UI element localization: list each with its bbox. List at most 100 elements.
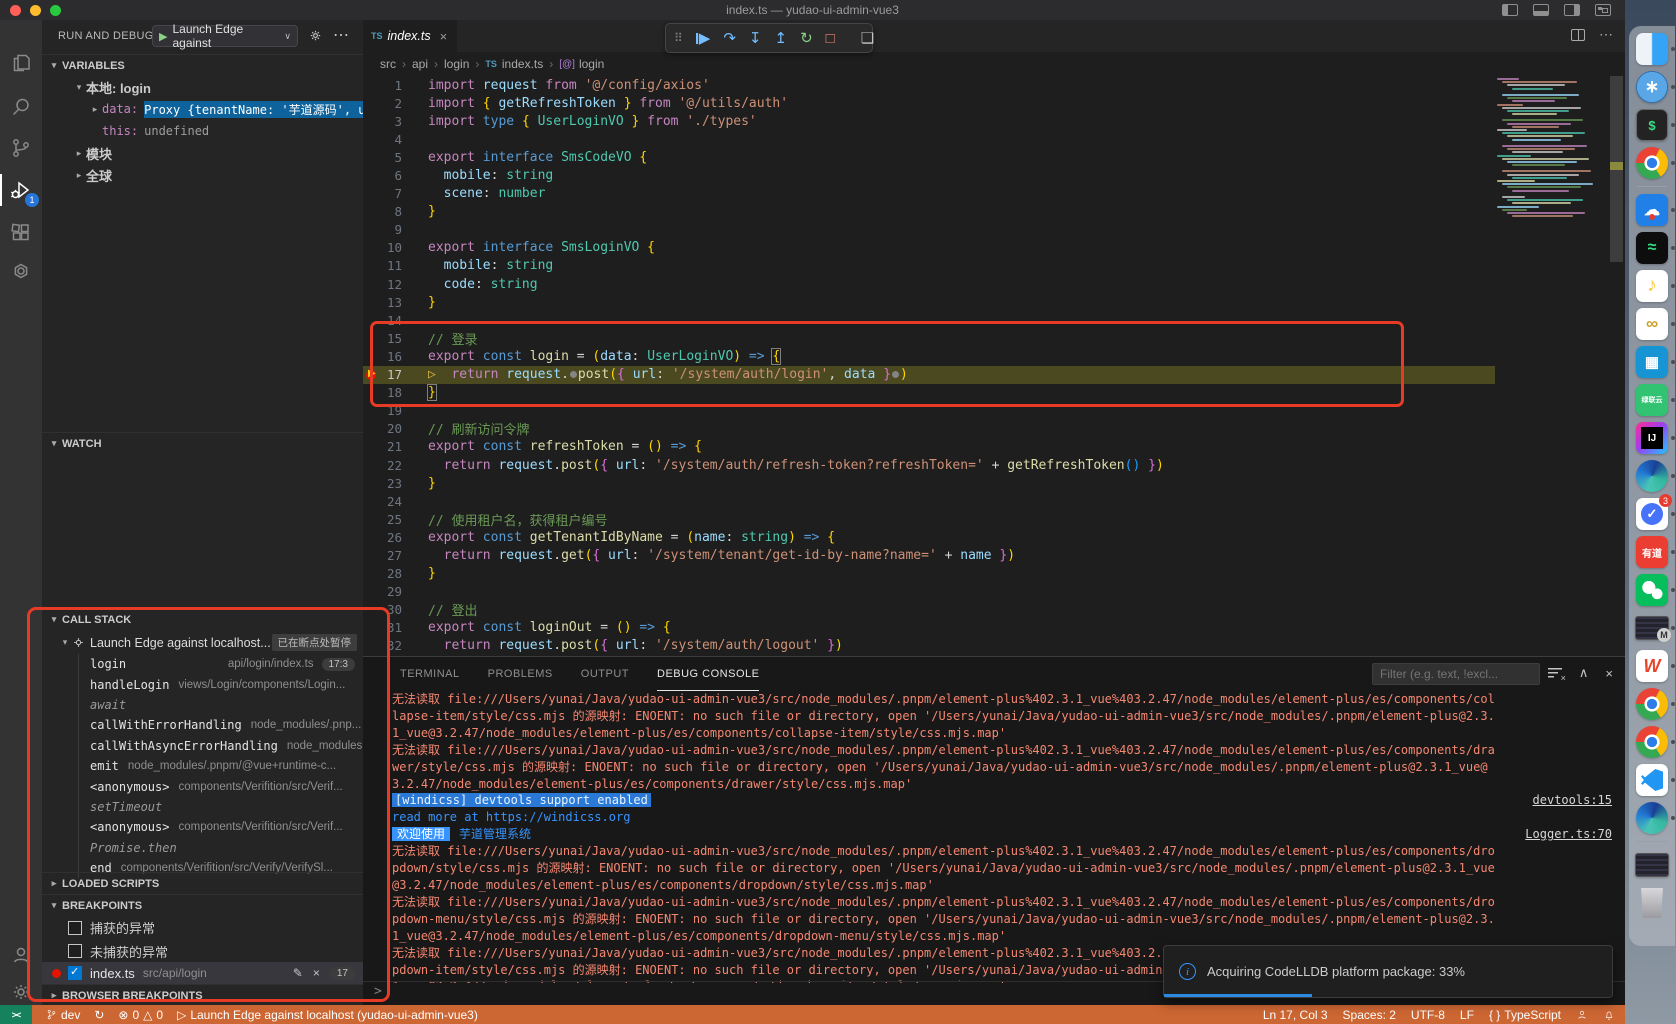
step-out-icon[interactable]: ↥ bbox=[775, 29, 788, 47]
gutter[interactable] bbox=[363, 257, 377, 275]
code-line[interactable]: 18} bbox=[363, 384, 1495, 402]
code-line[interactable]: 14 bbox=[363, 311, 1495, 329]
inline-breakpoint-dot-icon[interactable] bbox=[570, 371, 577, 378]
call-stack-frame[interactable]: await bbox=[42, 695, 363, 715]
encoding[interactable]: UTF-8 bbox=[1411, 1008, 1445, 1022]
step-over-icon[interactable]: ↷ bbox=[723, 29, 736, 47]
call-stack-frame[interactable]: callWithAsyncErrorHandlingnode_modules..… bbox=[42, 736, 363, 756]
call-stack-frame[interactable]: <anonymous>components/Verifition/src/Ver… bbox=[42, 776, 363, 796]
edit-breakpoint-icon[interactable]: ✎ bbox=[293, 966, 303, 980]
dock-vscode-icon[interactable] bbox=[1635, 761, 1669, 799]
code-line[interactable]: 24 bbox=[363, 492, 1495, 510]
remote-indicator[interactable]: >< bbox=[0, 1005, 32, 1024]
gutter[interactable] bbox=[363, 275, 377, 293]
variables-group-global[interactable]: ▸ 全球 bbox=[42, 164, 363, 186]
call-stack-frame[interactable]: Promise.then bbox=[42, 838, 363, 858]
code-line[interactable]: 30// 登出 bbox=[363, 601, 1495, 619]
variable-row-data[interactable]: ▸ data: Proxy {tenantName: '芋道源码', usern… bbox=[42, 98, 363, 120]
code-editor[interactable]: 1import request from '@/config/axios'2im… bbox=[363, 76, 1495, 656]
code-line[interactable]: 3import type { UserLoginVO } from './typ… bbox=[363, 112, 1495, 130]
call-stack-frame[interactable]: handleLoginviews/Login/components/Login.… bbox=[42, 674, 363, 694]
toggle-secondary-sidebar-icon[interactable] bbox=[1564, 4, 1580, 16]
restart-icon[interactable]: ↻ bbox=[800, 29, 813, 47]
gutter[interactable] bbox=[363, 583, 377, 601]
dock-intellij-idea-icon[interactable]: IJ bbox=[1635, 419, 1669, 457]
continue-icon[interactable]: ▶ bbox=[696, 29, 711, 47]
gutter[interactable] bbox=[363, 94, 377, 112]
language-mode[interactable]: { } TypeScript bbox=[1489, 1008, 1561, 1022]
console-entry[interactable]: 欢迎使用芋道管理系统Logger.ts:70 bbox=[392, 826, 1612, 843]
remove-breakpoint-icon[interactable]: × bbox=[313, 966, 320, 980]
code-line[interactable]: 28} bbox=[363, 565, 1495, 583]
more-actions-icon[interactable]: ⋯ bbox=[333, 25, 349, 45]
dock-wechat-icon[interactable] bbox=[1635, 571, 1669, 609]
code-line[interactable]: 22 return request.post({ url: '/system/a… bbox=[363, 456, 1495, 474]
source-control-icon[interactable] bbox=[0, 128, 42, 168]
sync-indicator[interactable]: ↻ bbox=[94, 1008, 104, 1022]
run-and-debug-icon[interactable]: 1 bbox=[0, 170, 42, 210]
call-stack-frame[interactable]: callWithErrorHandlingnode_modules/.pnp..… bbox=[42, 715, 363, 735]
code-line[interactable]: 10export interface SmsLoginVO { bbox=[363, 239, 1495, 257]
problems-indicator[interactable]: ⊗0 △0 bbox=[118, 1008, 163, 1022]
debug-console-output[interactable]: 无法读取 file:///Users/yunai/Java/yudao-ui-a… bbox=[392, 691, 1612, 983]
gutter[interactable] bbox=[363, 619, 377, 637]
gutter[interactable] bbox=[363, 203, 377, 221]
editor-scrollbar[interactable] bbox=[1610, 76, 1623, 262]
inline-breakpoint-dot-icon[interactable] bbox=[892, 371, 899, 378]
code-line[interactable]: 13} bbox=[363, 293, 1495, 311]
dock-terminal-app-icon[interactable]: $ bbox=[1635, 106, 1669, 144]
console-entry[interactable]: 无法读取 file:///Users/yunai/Java/yudao-ui-a… bbox=[392, 894, 1612, 945]
filter-icon[interactable] bbox=[1548, 668, 1562, 678]
variable-row-this[interactable]: this: undefined bbox=[42, 120, 363, 142]
browser-breakpoints-section-header[interactable]: ▸ BROWSER BREAKPOINTS bbox=[42, 984, 363, 1005]
code-line[interactable]: 26export const getTenantIdByName = (name… bbox=[363, 528, 1495, 546]
breakpoint-caught-exceptions[interactable]: 捕获的异常 bbox=[42, 916, 363, 939]
code-line[interactable]: 31export const loginOut = () => { bbox=[363, 619, 1495, 637]
debug-session-row[interactable]: ▾ Launch Edge against localhost... 已在断点处… bbox=[42, 632, 363, 653]
debug-target-indicator[interactable]: ▷ Launch Edge against localhost (yudao-u… bbox=[177, 1008, 478, 1022]
openai-icon[interactable] bbox=[0, 252, 42, 292]
gutter[interactable] bbox=[363, 456, 377, 474]
source-link[interactable]: Logger.ts:70 bbox=[1525, 826, 1612, 843]
dock-wps-office-icon[interactable]: W bbox=[1635, 647, 1669, 685]
checkbox-unchecked[interactable] bbox=[68, 921, 82, 935]
console-entry[interactable]: 无法读取 file:///Users/yunai/Java/yudao-ui-a… bbox=[392, 691, 1612, 742]
code-line[interactable]: 2import { getRefreshToken } from '@/util… bbox=[363, 94, 1495, 112]
dock-gold-knot-app-icon[interactable]: ∞ bbox=[1635, 305, 1669, 343]
console-entry[interactable]: 无法读取 file:///Users/yunai/Java/yudao-ui-a… bbox=[392, 843, 1612, 894]
maximize-panel-icon[interactable]: ∧ bbox=[1579, 665, 1589, 681]
dock-minimized-editor-window-icon[interactable]: M bbox=[1635, 609, 1669, 647]
code-line[interactable]: 12 code: string bbox=[363, 275, 1495, 293]
console-entry[interactable]: read more at https://windicss.org bbox=[392, 809, 1612, 826]
variables-scope-row[interactable]: ▾ 本地: login bbox=[42, 76, 363, 98]
checkbox-unchecked[interactable] bbox=[68, 944, 82, 958]
tab-output[interactable]: OUTPUT bbox=[581, 657, 629, 691]
tab-terminal[interactable]: TERMINAL bbox=[400, 657, 460, 691]
extensions-icon[interactable] bbox=[0, 213, 42, 253]
code-line[interactable]: 19 bbox=[363, 402, 1495, 420]
tab-index-ts[interactable]: TS index.ts × bbox=[363, 20, 458, 52]
call-stack-section-header[interactable]: ▾ CALL STACK bbox=[42, 608, 363, 630]
drag-grip-icon[interactable]: ⠿ bbox=[674, 31, 683, 45]
code-line[interactable]: 8} bbox=[363, 203, 1495, 221]
explorer-icon[interactable] bbox=[0, 43, 42, 83]
breakpoints-section-header[interactable]: ▾ BREAKPOINTS bbox=[42, 894, 363, 916]
code-line[interactable]: 20// 刷新访问令牌 bbox=[363, 420, 1495, 438]
close-panel-icon[interactable]: × bbox=[1605, 666, 1613, 681]
code-line[interactable]: 5export interface SmsCodeVO { bbox=[363, 148, 1495, 166]
account-icon[interactable] bbox=[0, 935, 42, 975]
branch-indicator[interactable]: dev bbox=[46, 1008, 80, 1022]
variables-section-header[interactable]: ▾ VARIABLES bbox=[42, 54, 363, 76]
gutter[interactable] bbox=[363, 293, 377, 311]
checkbox-checked[interactable] bbox=[68, 966, 82, 980]
dock-ugreen-cloud-icon[interactable]: 绿联云 bbox=[1635, 381, 1669, 419]
notification-toast[interactable]: i Acquiring CodeLLDB platform package: 3… bbox=[1163, 945, 1613, 998]
breadcrumb[interactable]: src› api› login› TS index.ts› [@] login bbox=[363, 52, 1625, 76]
variables-group-modules[interactable]: ▸ 模块 bbox=[42, 142, 363, 164]
code-line[interactable]: 7 scene: number bbox=[363, 185, 1495, 203]
console-entry[interactable]: [windicss] devtools support enableddevto… bbox=[392, 792, 1612, 809]
code-line[interactable]: 9 bbox=[363, 221, 1495, 239]
gutter[interactable] bbox=[363, 601, 377, 619]
gutter[interactable] bbox=[363, 546, 377, 564]
breakpoint-paused-icon[interactable]: ▶ bbox=[363, 366, 377, 384]
